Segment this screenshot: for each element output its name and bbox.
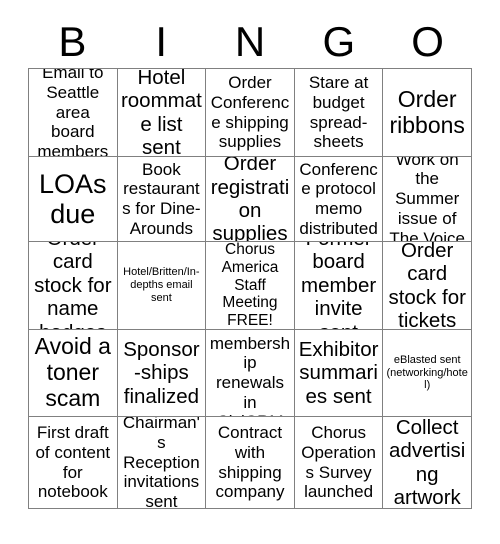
- bingo-cell-label: Former board member invite sent: [301, 242, 377, 329]
- bingo-cell-label: Sponsor-ships finalized: [123, 337, 200, 408]
- bingo-cell-label: Hotel/Britten/In-depths email sent: [123, 266, 200, 304]
- bingo-cell-r3c1[interactable]: Order card stock for name badges: [29, 242, 118, 330]
- bingo-cell-r4c2[interactable]: Sponsor-ships finalized: [117, 330, 207, 417]
- bingo-cell-label: Chorus Operations Survey launched: [301, 423, 376, 502]
- bingo-cell-label: Order card stock for tickets: [388, 242, 466, 330]
- bingo-cell-r5c3[interactable]: Contract with shipping company: [206, 417, 295, 509]
- bingo-cell-label: Collect advertising artwork: [389, 417, 466, 509]
- bingo-cell-r5c1[interactable]: First draft of content for notebook: [29, 417, 118, 509]
- bingo-cell-label: Order card stock for name badges: [34, 242, 112, 329]
- bingo-cell-r2c2[interactable]: Book restaurants for Dine-Arounds: [117, 157, 207, 242]
- bingo-cell-r5c4[interactable]: Chorus Operations Survey launched: [294, 417, 384, 509]
- bingo-header-letter-o: O: [411, 18, 444, 65]
- bingo-cell-r1c2[interactable]: Hotel roommate list sent: [117, 69, 207, 157]
- bingo-cell-r5c5[interactable]: Collect advertising artwork: [383, 417, 472, 509]
- bingo-cell-r4c5[interactable]: eBlasted sent (networking/hotel): [383, 330, 472, 417]
- bingo-cell-label: First draft of content for notebook: [35, 423, 111, 502]
- bingo-cell-r1c3[interactable]: Order Conference shipping supplies: [206, 69, 295, 157]
- bingo-cell-label: Chairman's Reception invitations sent: [122, 417, 200, 509]
- bingo-cell-r2c4[interactable]: Conference protocol memo distributed: [294, 157, 384, 242]
- bingo-cell-r2c1[interactable]: LOAs due: [29, 157, 118, 242]
- bingo-cell-label: Avoid a toner scam: [34, 333, 111, 411]
- bingo-cell-r3c5[interactable]: Order card stock for tickets: [383, 242, 472, 330]
- bingo-cell-label: Order ribbons: [389, 85, 465, 138]
- bingo-cell-r3c4[interactable]: Former board member invite sent: [294, 242, 384, 330]
- bingo-cell-r4c4[interactable]: Exhibitor summaries sent: [294, 330, 384, 417]
- bingo-header-letter-b: B: [58, 18, 87, 65]
- bingo-cell-label: Order registration supplies: [210, 157, 290, 242]
- bingo-cell-r1c4[interactable]: Stare at budget spread-sheets: [294, 69, 384, 157]
- bingo-cell-r3c2[interactable]: Hotel/Britten/In-depths email sent: [117, 242, 207, 330]
- bingo-cell-label: Conference protocol memo distributed: [299, 159, 378, 238]
- bingo-cell-r4c1[interactable]: Avoid a toner scam: [29, 330, 118, 417]
- bingo-cell-label: Stare at budget spread-sheets: [308, 73, 369, 152]
- bingo-cell-label: Order Conference shipping supplies: [210, 73, 290, 152]
- bingo-cell-label: Work on the Summer issue of The Voice: [389, 157, 465, 242]
- bingo-cell-label: Book restaurants for Dine-Arounds: [122, 159, 201, 238]
- bingo-cell-r5c2[interactable]: Chairman's Reception invitations sent: [117, 417, 207, 509]
- bingo-cell-label: Contract with shipping company: [215, 423, 285, 502]
- bingo-header-row: B I N G O: [28, 16, 472, 68]
- bingo-cell-r4c3[interactable]: Enter membership renewals in CiviCRM: [206, 330, 295, 417]
- bingo-cell-label: Enter membership renewals in CiviCRM: [209, 330, 291, 416]
- bingo-cell-label: Chorus America Staff Meeting FREE!: [221, 242, 279, 330]
- bingo-cell-r1c5[interactable]: Order ribbons: [383, 69, 472, 157]
- bingo-cell-r2c3[interactable]: Order registration supplies: [206, 157, 295, 242]
- bingo-header-letter-g: G: [322, 18, 356, 65]
- bingo-cell-r2c5[interactable]: Work on the Summer issue of The Voice: [383, 157, 472, 242]
- bingo-grid: Email to Seattle area board members Hote…: [28, 68, 472, 509]
- bingo-cell-r1c1[interactable]: Email to Seattle area board members: [29, 69, 118, 157]
- bingo-cell-label: LOAs due: [39, 168, 107, 229]
- bingo-card: B I N G O Email to Seattle area board me…: [28, 16, 472, 509]
- bingo-header-letter-i: I: [155, 18, 168, 65]
- bingo-cell-label: eBlasted sent (networking/hotel): [386, 353, 468, 392]
- bingo-cell-r3c3[interactable]: Chorus America Staff Meeting FREE!: [206, 242, 295, 330]
- bingo-cell-label: Email to Seattle area board members: [37, 69, 109, 157]
- bingo-cell-label: Hotel roommate list sent: [120, 69, 202, 157]
- bingo-cell-label: Exhibitor summaries sent: [298, 337, 379, 408]
- bingo-header-letter-n: N: [234, 18, 266, 65]
